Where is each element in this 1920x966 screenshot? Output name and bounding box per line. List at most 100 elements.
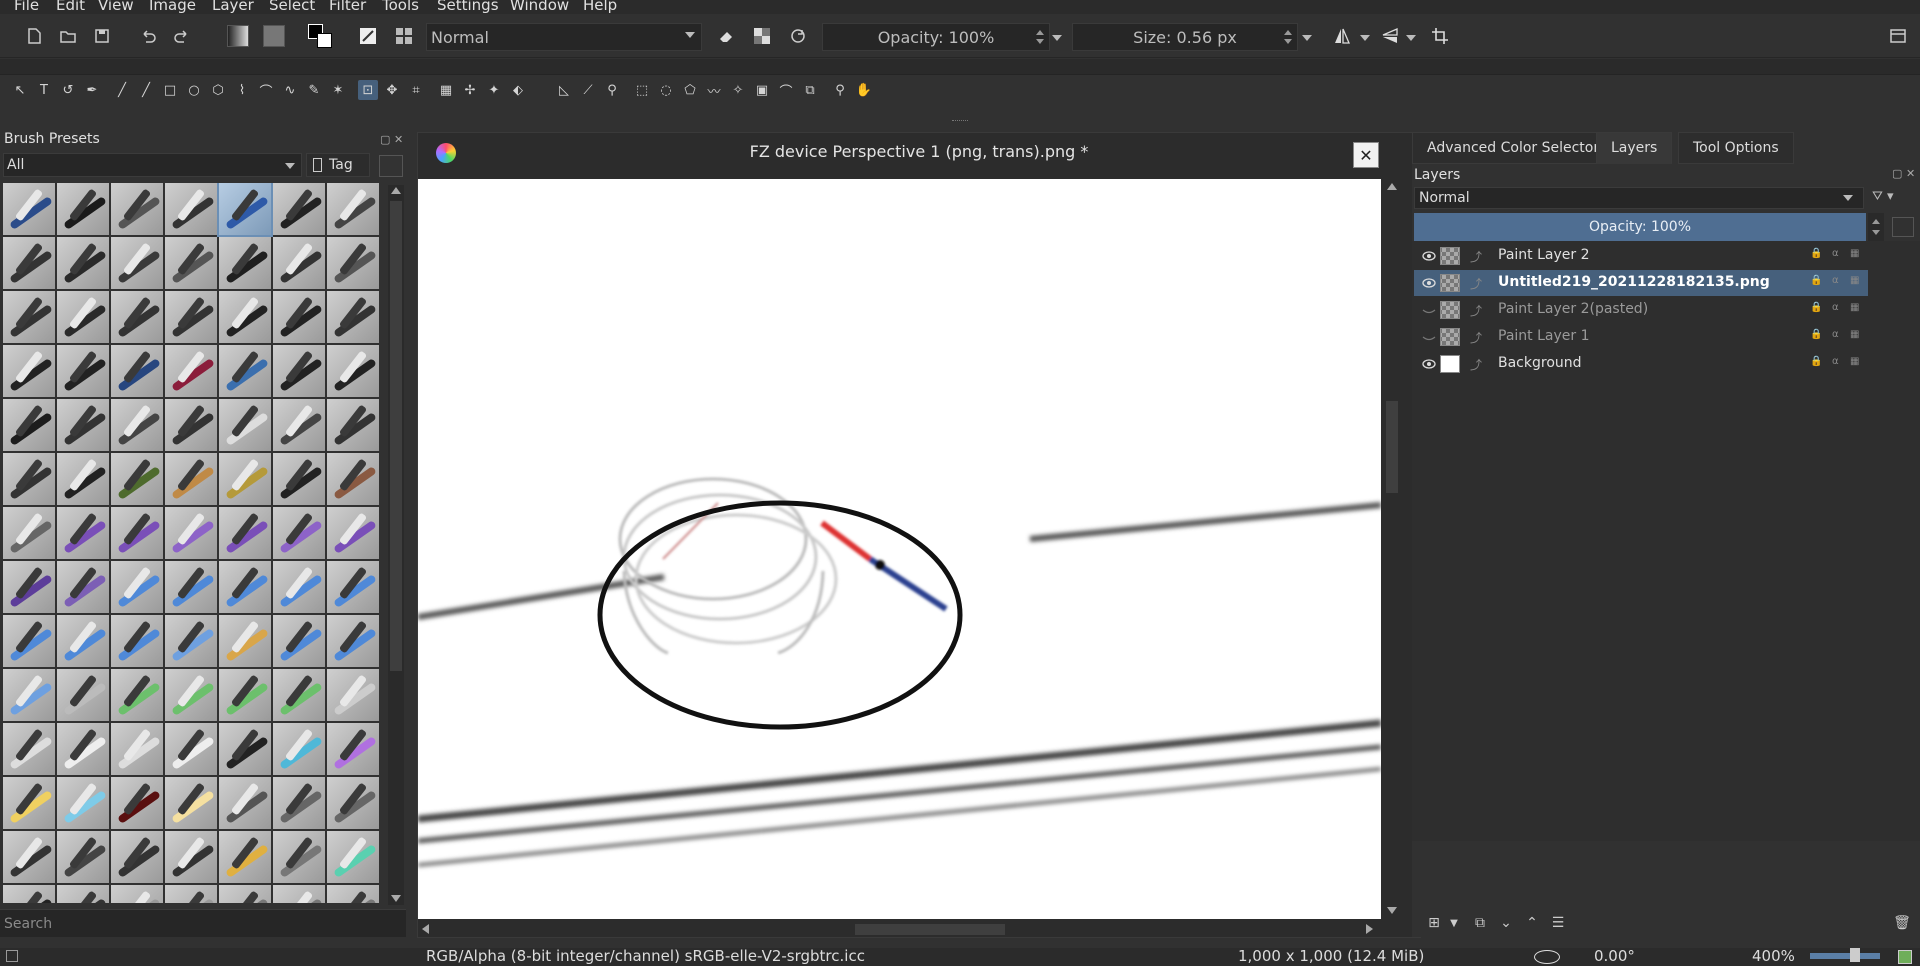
layer-opacity-spinner[interactable] [1868, 213, 1884, 241]
brush-preset-thumbnail[interactable] [327, 453, 379, 505]
mirror-vertical-dropdown-icon[interactable] [1406, 35, 1416, 41]
brush-preset-thumbnail[interactable] [327, 291, 379, 343]
move-layer-up-icon[interactable]: ⌃ [1522, 913, 1542, 933]
lock-icon[interactable]: 🔒 [1810, 248, 1822, 259]
alpha-lock-icon[interactable]: α [1832, 275, 1839, 286]
brush-preset-thumbnail[interactable] [57, 291, 109, 343]
layer-row[interactable]: ⤴ Untitled219_20211228182135.png 🔒 α ▦ [1414, 270, 1868, 296]
calligraphy-tool-icon[interactable]: ✒ [82, 80, 102, 100]
spin-up-icon[interactable] [1872, 219, 1880, 224]
scroll-left-icon[interactable] [422, 924, 429, 934]
eye-visible-icon[interactable] [1422, 357, 1436, 371]
brush-preset-thumbnail[interactable] [219, 669, 271, 721]
brush-preset-thumbnail[interactable] [165, 291, 217, 343]
float-docker-icon[interactable]: ▢ [380, 133, 390, 146]
rotation-value[interactable]: 0.00° [1594, 948, 1635, 965]
layer-blend-mode-select[interactable]: Normal [1414, 187, 1864, 209]
brush-preset-thumbnail[interactable] [111, 399, 163, 451]
lock-icon[interactable]: 🔒 [1810, 356, 1822, 367]
reference-images-tool-icon[interactable]: ⚲ [602, 80, 622, 100]
preserve-alpha-icon[interactable] [748, 22, 776, 50]
wrap-around-icon[interactable] [1426, 22, 1454, 50]
brush-preset-thumbnail[interactable] [57, 777, 109, 829]
brush-preset-thumbnail[interactable] [219, 399, 271, 451]
alpha-lock-icon[interactable]: α [1832, 329, 1839, 340]
close-document-button[interactable]: ✕ [1353, 142, 1379, 168]
brush-preset-thumbnail[interactable] [273, 885, 325, 903]
undo-icon[interactable] [134, 22, 162, 50]
zoom-value[interactable]: 400% [1752, 948, 1795, 965]
opacity-slider[interactable]: Opacity: 100% [822, 23, 1050, 51]
menu-edit[interactable]: Edit [56, 0, 85, 14]
scroll-down-icon[interactable] [1387, 907, 1397, 914]
brush-preset-thumbnail[interactable] [273, 777, 325, 829]
polygon-tool-icon[interactable]: ⬡ [208, 80, 228, 100]
canvas-vertical-scrollbar[interactable] [1382, 179, 1402, 919]
brush-preset-thumbnail[interactable] [57, 399, 109, 451]
inherit-alpha-icon[interactable]: ▦ [1850, 329, 1859, 340]
brush-preset-thumbnail[interactable] [111, 183, 163, 235]
mirror-horizontal-icon[interactable] [1328, 22, 1356, 50]
scroll-up-icon[interactable] [1387, 183, 1397, 190]
brush-search-input[interactable]: Search [0, 909, 406, 937]
brush-preset-menu-icon[interactable] [379, 155, 403, 177]
blend-mode-select[interactable]: Normal [426, 23, 702, 51]
layer-opacity-slider[interactable]: Opacity: 100% [1414, 213, 1866, 241]
color-picker-tool-icon[interactable]: ✢ [460, 80, 480, 100]
brush-preset-thumbnail[interactable] [3, 291, 55, 343]
fill-tool-icon[interactable]: ⬖ [508, 80, 528, 100]
tab-advanced-color-selector[interactable]: Advanced Color Selector [1412, 132, 1615, 164]
brush-preset-thumbnail[interactable] [273, 237, 325, 289]
brush-preset-thumbnail[interactable] [273, 831, 325, 883]
brush-preset-thumbnail[interactable] [3, 453, 55, 505]
brush-preset-thumbnail[interactable] [57, 345, 109, 397]
spin-down-icon[interactable] [1036, 39, 1044, 44]
gradient-icon[interactable] [224, 22, 252, 50]
alpha-lock-icon[interactable]: α [1832, 248, 1839, 259]
brush-preset-thumbnail[interactable] [273, 615, 325, 667]
brush-preset-thumbnail[interactable] [217, 183, 273, 237]
brush-preset-thumbnail[interactable] [57, 831, 109, 883]
move-tool-icon[interactable]: ✥ [382, 80, 402, 100]
add-layer-icon[interactable]: ⊞ [1424, 913, 1444, 933]
brush-preset-thumbnail[interactable] [327, 777, 379, 829]
brush-preset-thumbnail[interactable] [219, 345, 271, 397]
measure-tool-icon[interactable]: ⟋ [578, 80, 598, 100]
brush-preset-thumbnail[interactable] [165, 507, 217, 559]
brush-preset-thumbnail[interactable] [3, 183, 55, 235]
menu-select[interactable]: Select [269, 0, 315, 14]
inherit-alpha-icon[interactable]: ▦ [1850, 356, 1859, 367]
brush-preset-thumbnail[interactable] [111, 669, 163, 721]
select-shapes-tool-icon[interactable]: ↖ [10, 80, 30, 100]
brush-preset-thumbnail[interactable] [57, 237, 109, 289]
brush-preset-thumbnail[interactable] [3, 831, 55, 883]
menu-window[interactable]: Window [510, 0, 569, 14]
brush-preset-thumbnail[interactable] [219, 453, 271, 505]
brush-preset-thumbnail[interactable] [111, 237, 163, 289]
eye-visible-icon[interactable] [1422, 249, 1436, 263]
brush-preset-thumbnail[interactable] [219, 885, 271, 903]
spin-up-icon[interactable] [1036, 30, 1044, 35]
brush-preset-thumbnail[interactable] [165, 183, 217, 235]
brush-preset-thumbnail[interactable] [219, 723, 271, 775]
brush-preset-thumbnail[interactable] [327, 615, 379, 667]
brush-preset-thumbnail[interactable] [165, 885, 217, 903]
duplicate-layer-icon[interactable]: ⧉ [1470, 913, 1490, 933]
brush-preset-thumbnail[interactable] [165, 615, 217, 667]
brush-preset-thumbnail[interactable] [327, 669, 379, 721]
lock-icon[interactable]: 🔒 [1810, 329, 1822, 340]
menu-tools[interactable]: Tools [382, 0, 419, 14]
lock-icon[interactable]: 🔒 [1810, 275, 1822, 286]
brush-preset-thumbnail[interactable] [219, 777, 271, 829]
brush-preset-thumbnail[interactable] [111, 615, 163, 667]
menu-view[interactable]: View [98, 0, 134, 14]
zoom-tool-icon[interactable]: ⚲ [830, 80, 850, 100]
polyline-tool-icon[interactable]: ⌇ [232, 80, 252, 100]
docker-grip[interactable] [952, 120, 968, 124]
brush-preset-thumbnail[interactable] [273, 399, 325, 451]
inherit-alpha-icon[interactable]: ▦ [1850, 275, 1859, 286]
transform-tool-icon[interactable]: ⊡ [358, 80, 378, 100]
brush-preset-thumbnail[interactable] [273, 669, 325, 721]
dynamic-brush-tool-icon[interactable]: ✎ [304, 80, 324, 100]
brush-preset-thumbnail[interactable] [273, 723, 325, 775]
